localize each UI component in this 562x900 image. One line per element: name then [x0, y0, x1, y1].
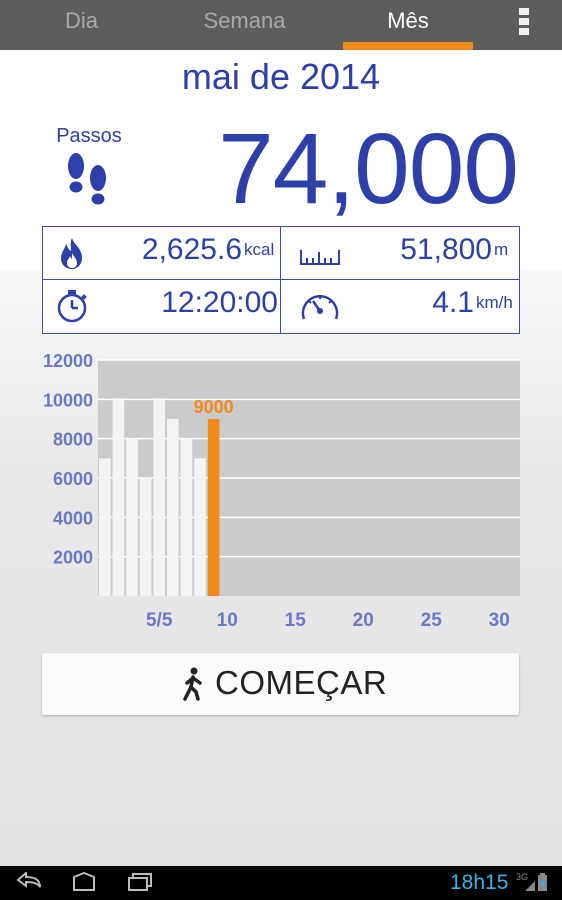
- y-tick-label: 10000: [43, 390, 93, 410]
- home-icon[interactable]: [70, 872, 98, 892]
- battery-icon: [538, 873, 547, 891]
- calories-cell: 2,625.6 kcal: [43, 227, 280, 279]
- tab-dia[interactable]: Dia: [0, 0, 163, 50]
- speed-cell: 4.1 km/h: [281, 280, 518, 332]
- walking-person-icon: [180, 667, 206, 706]
- speedometer-icon: [299, 289, 339, 323]
- signal-icon: [525, 881, 535, 891]
- recent-apps-icon[interactable]: [126, 872, 154, 892]
- bar: [180, 438, 193, 596]
- bar: [167, 419, 179, 596]
- chart-data-labels: 9000: [194, 397, 234, 417]
- y-tick-label: 12000: [43, 351, 93, 371]
- y-tick-label: 2000: [53, 548, 93, 568]
- flame-icon: [55, 236, 89, 270]
- active-tab-indicator: [343, 42, 473, 50]
- highlight-value-label: 9000: [194, 397, 234, 417]
- bar: [99, 458, 111, 596]
- calories-unit: kcal: [244, 240, 275, 259]
- tab-semana[interactable]: Semana: [163, 0, 326, 50]
- bar: [153, 399, 165, 596]
- status-clock: 18h15: [450, 871, 509, 894]
- x-tick-label: 5/5: [146, 610, 173, 631]
- bar: [126, 438, 138, 596]
- overflow-menu-icon[interactable]: [514, 8, 534, 42]
- bar: [112, 399, 125, 596]
- x-tick-label: 20: [353, 610, 374, 631]
- duration-cell: 12:20:00: [43, 280, 280, 332]
- y-tick-label: 8000: [53, 430, 93, 450]
- y-tick-label: 6000: [53, 469, 93, 489]
- y-tick-label: 4000: [53, 508, 93, 528]
- monthly-steps-chart: 2000 4000 6000 8000 10000 12000 5/5 10 15 20 25 30…: [43, 351, 520, 631]
- footprints-icon: [62, 148, 114, 215]
- duration-value: 12:20:00: [161, 286, 278, 319]
- chart-y-tick-labels: 2000 4000 6000 8000 10000 12000: [43, 351, 93, 568]
- steps-label: Passos: [56, 125, 122, 147]
- steps-value: 74,000: [218, 113, 519, 225]
- chart-x-tick-labels: 5/5 10 15 20 25 30: [146, 610, 510, 631]
- x-tick-label: 30: [489, 610, 510, 631]
- x-tick-label: 15: [285, 610, 307, 631]
- distance-value: 51,800: [400, 233, 492, 266]
- start-button-label: COMEÇAR: [215, 664, 388, 701]
- bar: [139, 478, 152, 596]
- top-tab-bar: Dia Semana Mês: [0, 0, 562, 50]
- distance-cell: 51,800 m: [281, 227, 518, 279]
- start-button[interactable]: COMEÇAR: [42, 653, 519, 715]
- calories-value: 2,625.6: [141, 233, 242, 266]
- distance-unit: m: [494, 240, 509, 259]
- speed-unit: km/h: [476, 293, 513, 312]
- back-icon[interactable]: [16, 872, 44, 892]
- bar: [194, 458, 206, 596]
- highlight-bar: [207, 419, 220, 596]
- speed-value: 4.1: [432, 286, 474, 319]
- x-tick-label: 10: [217, 610, 238, 631]
- system-nav-bar: 18h15 3G: [0, 866, 562, 900]
- x-tick-label: 25: [421, 610, 443, 631]
- ruler-icon: [299, 236, 340, 270]
- stats-grid: 2,625.6 kcal 51,800 m 12:20:00 4.1 km/h: [42, 226, 520, 334]
- stopwatch-icon: [55, 289, 89, 323]
- period-title: mai de 2014: [181, 56, 381, 97]
